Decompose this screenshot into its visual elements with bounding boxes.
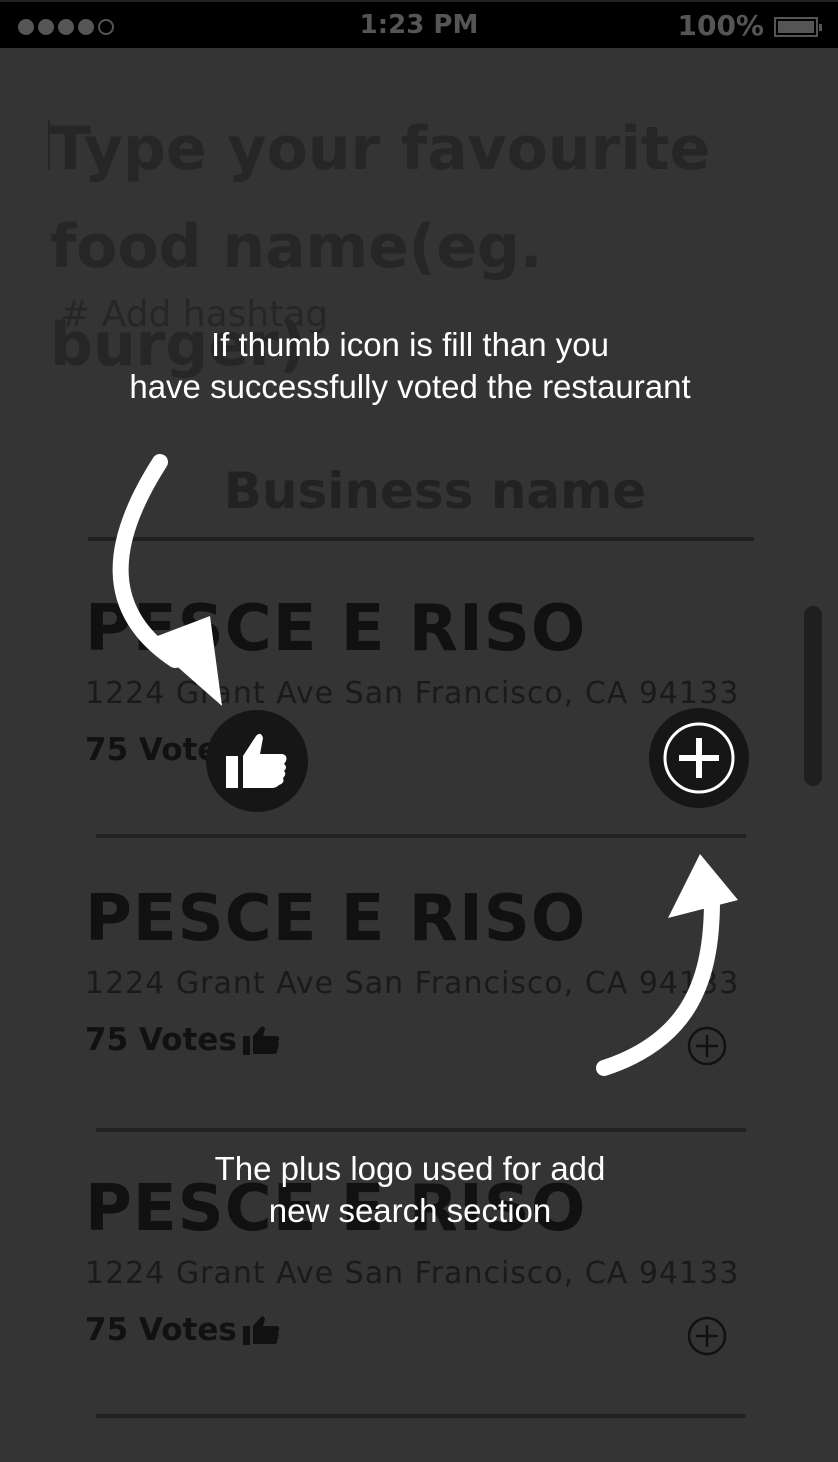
vote-thumb-highlight[interactable] xyxy=(206,710,308,812)
plus-tip-line-2: new search section xyxy=(268,1192,552,1229)
scrollbar[interactable] xyxy=(804,606,822,786)
add-button[interactable] xyxy=(687,1316,727,1356)
plus-circle-icon xyxy=(663,722,735,794)
thumb-tip-text: If thumb icon is fill than you have succ… xyxy=(60,324,760,408)
restaurant-address: 1224 Grant Ave San Francisco, CA 94133 xyxy=(85,966,740,1001)
vote-count-label: 75 Votes xyxy=(85,1312,237,1348)
thumb-tip-line-1: If thumb icon is fill than you xyxy=(210,326,610,363)
thumbs-up-icon[interactable] xyxy=(242,1025,281,1055)
restaurant-address: 1224 Grant Ave San Francisco, CA 94133 xyxy=(85,676,740,711)
business-name-header: Business name xyxy=(223,462,647,520)
restaurant-name: PESCE E RISO xyxy=(85,592,587,666)
business-name-divider xyxy=(88,537,754,541)
vote-count-label: 75 Votes xyxy=(85,1022,237,1058)
restaurant-address: 1224 Grant Ave San Francisco, CA 94133 xyxy=(85,1256,740,1291)
plus-tip-line-1: The plus logo used for add xyxy=(214,1150,606,1187)
card-divider xyxy=(96,1414,746,1418)
vote-count: 75 Votes xyxy=(85,1022,281,1058)
card-divider xyxy=(96,1128,746,1132)
thumbs-up-filled-icon xyxy=(226,733,287,788)
restaurant-name: PESCE E RISO xyxy=(85,882,587,956)
card-divider xyxy=(96,834,746,838)
battery-icon xyxy=(774,17,822,37)
add-button[interactable] xyxy=(687,1026,727,1066)
add-search-highlight[interactable] xyxy=(649,708,749,808)
status-bar: 1:23 PM 100% xyxy=(0,0,838,48)
thumb-tip-line-2: have successfully voted the restaurant xyxy=(129,368,691,405)
thumbs-up-icon[interactable] xyxy=(242,1315,281,1345)
search-text-line-1: Type your favourite xyxy=(50,114,711,184)
plus-tip-text: The plus logo used for add new search se… xyxy=(110,1148,710,1232)
battery-percent: 100% xyxy=(677,9,764,42)
result-card[interactable]: PESCE E RISO 1224 Grant Ave San Francisc… xyxy=(85,592,745,882)
vote-count: 75 Votes xyxy=(85,1312,281,1348)
